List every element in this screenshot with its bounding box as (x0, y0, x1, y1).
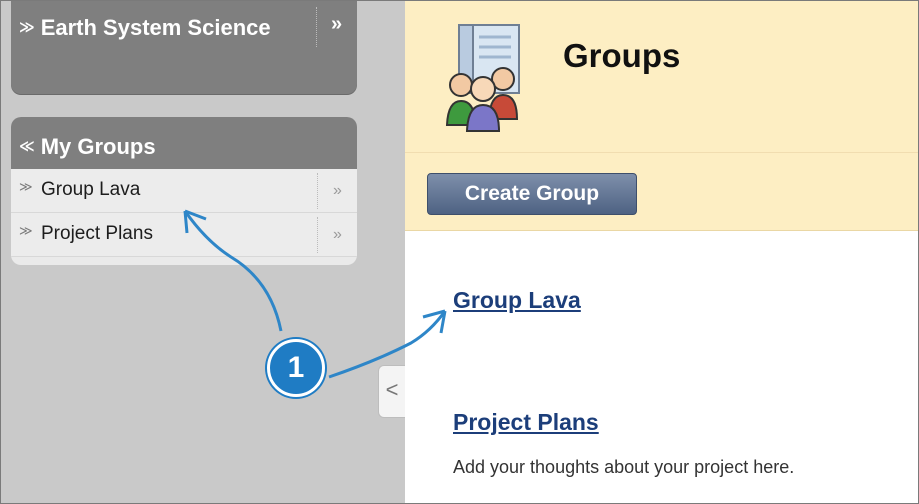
callout-badge: 1 (267, 339, 325, 397)
group-link-group-lava[interactable]: Group Lava (453, 287, 581, 314)
group-description: Add your thoughts about your project her… (453, 457, 795, 477)
groups-icon (445, 24, 520, 132)
group-link-project-plans[interactable]: Project Plans (453, 409, 599, 436)
chevron-down-icon[interactable]: ≫ (19, 19, 35, 36)
group-menu-arrow-icon[interactable]: » (317, 217, 357, 253)
action-bar: Create Group (405, 153, 918, 231)
create-group-button[interactable]: Create Group (427, 173, 637, 215)
sidebar-item-project-plans[interactable]: ≫ Project Plans » (11, 213, 357, 257)
chevron-down-icon[interactable]: ≫ (19, 223, 33, 239)
my-groups-header[interactable]: ≪ My Groups (11, 117, 357, 169)
sidebar-item-label[interactable]: Project Plans (41, 223, 153, 245)
chevron-up-icon[interactable]: ≪ (19, 138, 35, 155)
main-content: Groups Create Group Group Lava Project P… (405, 1, 918, 503)
chevron-down-icon[interactable]: ≫ (19, 179, 33, 195)
sidebar-item-group-lava[interactable]: ≫ Group Lava » (11, 169, 357, 213)
my-groups-title: My Groups (40, 134, 156, 159)
course-title[interactable]: ≫ Earth System Science (19, 13, 309, 43)
collapse-menu-tab[interactable]: < (378, 365, 405, 418)
course-menu-arrow-icon[interactable]: » (316, 7, 356, 47)
course-title-panel[interactable]: ≫ Earth System Science » (11, 1, 357, 94)
course-title-text: Earth System Science (40, 15, 271, 40)
group-menu-arrow-icon[interactable]: » (317, 173, 357, 209)
page-header: Groups (405, 1, 918, 153)
page-title: Groups (563, 37, 681, 74)
chevron-left-icon[interactable]: < (386, 377, 399, 402)
my-groups-panel: ≪ My Groups ≫ Group Lava » ≫ Project Plan… (11, 117, 357, 265)
sidebar-item-label[interactable]: Group Lava (41, 179, 140, 201)
app-frame: ≫ Earth System Science » ≪ My Groups ≫ Gro… (0, 0, 919, 504)
course-menu-sidebar: ≫ Earth System Science » ≪ My Groups ≫ Gro… (1, 1, 405, 503)
